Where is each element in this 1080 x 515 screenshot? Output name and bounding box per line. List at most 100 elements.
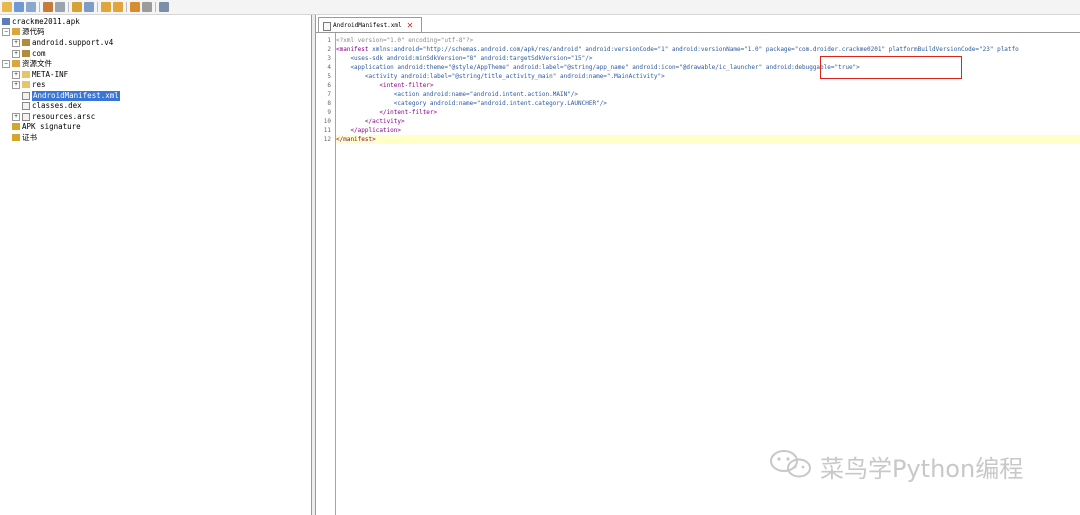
line-number: 4: [327, 64, 331, 71]
tree-item-label: com: [32, 49, 46, 58]
tree-item-resources[interactable]: − 资源文件: [2, 59, 202, 69]
search-icon[interactable]: [72, 2, 82, 12]
expand-icon[interactable]: +: [12, 39, 20, 47]
package-icon: [22, 50, 30, 57]
code-line: <?xml version="1.0" encoding="utf-8"?>: [336, 37, 474, 44]
document-icon: [323, 22, 331, 31]
collapse-icon[interactable]: −: [2, 60, 10, 68]
folder-icon: [22, 81, 30, 88]
tree-item-certificate[interactable]: 证书: [2, 133, 202, 143]
code-line: </application>: [336, 127, 402, 134]
cut-icon[interactable]: [43, 2, 53, 12]
file-icon: [22, 113, 30, 121]
code-tag: <manifest: [336, 46, 369, 53]
find-icon[interactable]: [84, 2, 94, 12]
collapse-icon[interactable]: −: [2, 28, 10, 36]
dex-file-icon: [22, 102, 30, 110]
code-editor[interactable]: <?xml version="1.0" encoding="utf-8"?> <…: [336, 33, 1080, 515]
toolbar-separator: [126, 2, 127, 12]
tree-item-classes[interactable]: classes.dex: [12, 101, 212, 111]
open-folder-icon[interactable]: [2, 2, 12, 12]
line-number: 1: [327, 37, 331, 44]
tree-item-label: resources.arsc: [32, 112, 96, 121]
package-icon: [12, 28, 20, 35]
folder-icon: [12, 60, 20, 67]
tree-item-label: META-INF: [32, 70, 69, 79]
tab-androidmanifest[interactable]: AndroidManifest.xml ✕: [318, 17, 422, 33]
tree-item-label: 源代码: [22, 27, 45, 36]
tree-item-manifest[interactable]: AndroidManifest.xml: [12, 91, 212, 101]
code-line: <application android:theme="@style/AppTh…: [336, 64, 860, 71]
tree-item-root[interactable]: crackme2011.apk: [2, 17, 202, 27]
code-line: <action android:name="android.intent.act…: [336, 91, 579, 98]
tree-item-label: res: [32, 80, 46, 89]
watermark-text: 菜鸟学Python编程: [820, 455, 1024, 483]
tree-item-resources-arsc[interactable]: + resources.arsc: [12, 112, 212, 122]
tree-item-res[interactable]: + res: [12, 80, 212, 90]
code-package-attr: package="com.droider.crackme0201": [765, 46, 886, 53]
tree-item-label: AndroidManifest.xml: [32, 91, 120, 101]
code-line: </activity>: [336, 118, 405, 125]
tree-item-source-code[interactable]: − 源代码: [2, 27, 202, 37]
tree-item-label: android.support.v4: [32, 38, 114, 47]
line-number-gutter: 1 2 3 4 5 6 7 8 9 10 11 12: [316, 33, 334, 515]
package-icon: [22, 39, 30, 46]
key-icon: [12, 123, 20, 130]
toolbar-separator: [155, 2, 156, 12]
tab-label: AndroidManifest.xml: [333, 22, 402, 29]
code-line: </intent-filter>: [336, 109, 438, 116]
line-number: 12: [323, 136, 331, 143]
settings-icon[interactable]: [159, 2, 169, 12]
tree-item-meta-inf[interactable]: + META-INF: [12, 70, 212, 80]
file-tree-panel: crackme2011.apk − 源代码 + android.support.…: [0, 15, 312, 515]
code-line: <activity android:label="@string/title_a…: [336, 73, 665, 80]
xml-file-icon: [22, 92, 30, 100]
home-icon[interactable]: [130, 2, 140, 12]
code-attrs: xmlns:android="http://schemas.android.co…: [368, 46, 766, 53]
code-line: <intent-filter>: [336, 82, 434, 89]
line-number: 5: [327, 73, 331, 80]
tree-item-android-support[interactable]: + android.support.v4: [12, 38, 212, 48]
code-line: <manifest xmlns:android="http://schemas.…: [336, 45, 1019, 54]
copy-icon[interactable]: [55, 2, 65, 12]
line-number: 7: [327, 91, 331, 98]
expand-icon[interactable]: +: [12, 71, 20, 79]
export-icon[interactable]: [142, 2, 152, 12]
tree-item-label: 资源文件: [22, 59, 52, 68]
toolbar-separator: [39, 2, 40, 12]
tree-item-label: APK signature: [22, 122, 81, 131]
line-number: 11: [323, 127, 331, 134]
line-number: 6: [327, 82, 331, 89]
tree-item-label: 证书: [22, 133, 37, 142]
code-attrs: platformBuildVersionCode="23" platfo: [885, 46, 1019, 53]
line-number: 2: [327, 46, 331, 53]
code-line: <category android:name="android.intent.c…: [336, 100, 607, 107]
forward-arrow-icon[interactable]: [113, 2, 123, 12]
editor-panel: AndroidManifest.xml ✕ 1 2 3 4 5 6 7 8 9 …: [315, 15, 1080, 515]
expand-icon[interactable]: +: [12, 113, 20, 121]
folder-icon: [22, 71, 30, 78]
tree-item-label: crackme2011.apk: [12, 17, 80, 26]
key-icon: [12, 134, 20, 141]
tree-item-com[interactable]: + com: [12, 49, 212, 59]
expand-icon[interactable]: +: [12, 81, 20, 89]
save-all-icon[interactable]: [26, 2, 36, 12]
highlight-box: [820, 56, 962, 79]
main-toolbar: [0, 0, 1080, 15]
expand-icon[interactable]: +: [12, 50, 20, 58]
save-icon[interactable]: [14, 2, 24, 12]
line-number: 3: [327, 55, 331, 62]
tree-item-apk-signature[interactable]: APK signature: [2, 122, 202, 132]
line-number: 8: [327, 100, 331, 107]
back-arrow-icon[interactable]: [101, 2, 111, 12]
wechat-icon: [770, 450, 811, 478]
tree-item-label: classes.dex: [32, 101, 82, 110]
code-line: </manifest>: [336, 136, 376, 143]
close-icon[interactable]: ✕: [407, 18, 413, 33]
toolbar-separator: [68, 2, 69, 12]
current-line-highlight: [336, 135, 1080, 144]
toolbar-separator: [97, 2, 98, 12]
line-number: 9: [327, 109, 331, 116]
code-line: <uses-sdk android:minSdkVersion="8" andr…: [336, 55, 593, 62]
line-number: 10: [323, 118, 331, 125]
